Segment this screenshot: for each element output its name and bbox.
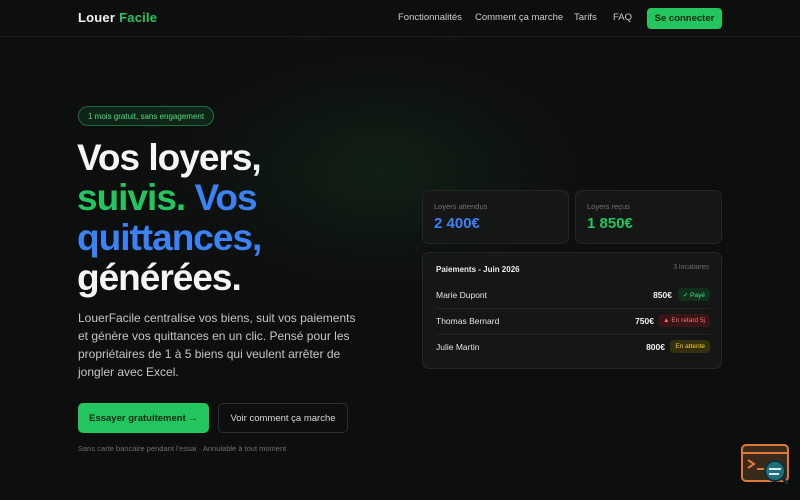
- tenant-name: Marie Dupont: [436, 290, 488, 300]
- login-button[interactable]: Se connecter: [647, 8, 722, 29]
- status-badge-late: ▲ En retard 5j: [658, 314, 710, 327]
- logo[interactable]: Louer Facile: [78, 10, 157, 25]
- free-trial-badge: 1 mois gratuit, sans engagement: [78, 106, 215, 126]
- payment-amount: 800€: [646, 342, 665, 352]
- nav-link-features[interactable]: Fonctionnalités: [398, 12, 462, 23]
- hero-title-line2: suivis. Vos: [77, 178, 407, 218]
- payment-row[interactable]: Marie Dupont 850€ ✓ Payé: [436, 283, 710, 309]
- payments-title: Paiements - Juin 2026: [436, 265, 520, 274]
- nav-link-how-it-works[interactable]: Comment ça marche: [475, 12, 563, 23]
- hero-title-line3: quittances,: [77, 217, 262, 258]
- payments-card: Paiements - Juin 2026 3 locataires Marie…: [422, 252, 722, 369]
- stat-label: Loyers attendus: [434, 202, 488, 211]
- status-badge-pending: En attente: [670, 340, 710, 353]
- try-free-button[interactable]: Essayer gratuitement →: [78, 403, 209, 433]
- status-badge-paid: ✓ Payé: [677, 288, 710, 301]
- stat-value: 2 400€: [434, 215, 480, 232]
- hero-title: Vos loyers, suivis. Vos quittances, géné…: [77, 138, 407, 298]
- tenant-name: Thomas Bernard: [436, 316, 500, 326]
- logo-word-louer: Louer: [78, 10, 116, 25]
- stat-card-received-rent: Loyers reçus 1 850€: [575, 190, 722, 244]
- top-navbar: Louer Facile Fonctionnalités Comment ça m…: [0, 0, 800, 37]
- logo-word-facile: Facile: [119, 10, 158, 25]
- payment-row[interactable]: Thomas Bernard 750€ ▲ En retard 5j: [436, 309, 710, 335]
- tenant-count: 3 locataires: [673, 264, 709, 271]
- payment-amount: 750€: [635, 316, 654, 326]
- payment-row[interactable]: Julie Martin 800€ En attente: [436, 335, 710, 360]
- nav-link-faq[interactable]: FAQ: [613, 12, 632, 23]
- terminal-search-icon[interactable]: [741, 444, 791, 486]
- how-it-works-button[interactable]: Voir comment ça marche: [218, 403, 348, 433]
- payment-amount: 850€: [653, 290, 672, 300]
- hero-title-green-word: suivis.: [77, 177, 186, 218]
- hero-lead-text: LouerFacile centralise vos biens, suit v…: [78, 311, 356, 379]
- hero-title-line4: générées.: [77, 257, 242, 298]
- hero-title-blue-word: Vos: [194, 177, 257, 218]
- tenant-name: Julie Martin: [436, 342, 480, 352]
- stat-value: 1 850€: [587, 215, 633, 232]
- stat-card-expected-rent: Loyers attendus 2 400€: [422, 190, 569, 244]
- fine-print: Sans carte bancaire pendant l'essai · An…: [78, 444, 287, 453]
- nav-link-pricing[interactable]: Tarifs: [574, 12, 597, 23]
- stat-label: Loyers reçus: [587, 202, 630, 211]
- hero-title-line1: Vos loyers,: [77, 137, 262, 178]
